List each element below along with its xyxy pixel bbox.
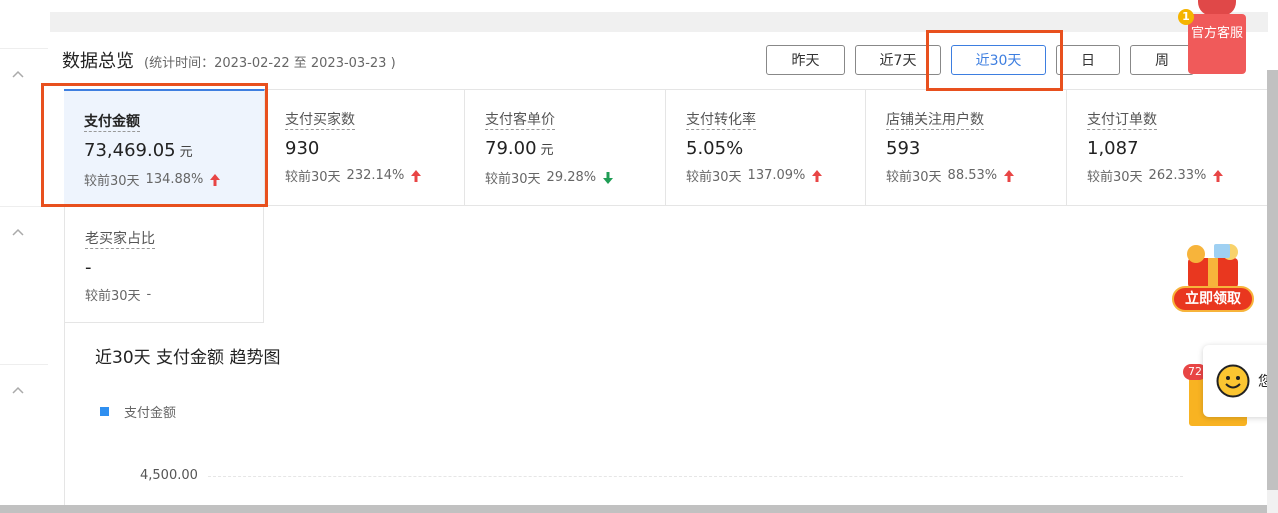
claim-button[interactable]: 立即领取 (1172, 286, 1254, 312)
range-week-button[interactable]: 周 (1130, 45, 1194, 75)
metric-compare: 较前30天 134.88% (84, 170, 264, 189)
gift-icon (1178, 242, 1248, 290)
metric-label: 支付转化率 (686, 112, 756, 130)
change-percent: 88.53% (947, 168, 998, 183)
metric-cards: 支付金额 73,469.05 元 较前30天 134.88% 支付买家数 930 较… (64, 89, 1268, 206)
metric-number: 73,469.05 (84, 140, 176, 161)
metric-unit: 元 (179, 145, 193, 160)
arrow-up-icon (1004, 169, 1015, 182)
compare-label: 较前30天 (686, 170, 742, 185)
metric-card-avg-price[interactable]: 支付客单价 79.00 元 较前30天 29.28% (465, 89, 666, 206)
smiley-icon (1216, 364, 1250, 398)
metric-number: 79.00 (485, 138, 537, 159)
metric-value: 1,087 (1087, 137, 1268, 161)
chart-legend[interactable]: 支付金额 (100, 402, 176, 421)
grid-line (208, 476, 1183, 477)
metric-card-returning-buyers[interactable]: 老买家占比 - 较前30天 - (64, 206, 264, 323)
stat-time-range: (统计时间：2023-02-22 至 2023-03-23 ) (144, 56, 396, 71)
metric-value: 930 (285, 137, 464, 161)
metric-unit: 元 (540, 143, 554, 158)
metric-card-pay-amount[interactable]: 支付金额 73,469.05 元 较前30天 134.88% (64, 89, 265, 206)
page: 数据总览 (统计时间：2023-02-22 至 2023-03-23 ) 昨天 … (0, 0, 1278, 513)
metric-compare: 较前30天 137.09% (686, 166, 865, 185)
horizontal-scrollbar[interactable] (0, 505, 1267, 513)
metric-number: 5.05% (686, 138, 744, 159)
metric-card-followers[interactable]: 店铺关注用户数 593 较前30天 88.53% (866, 89, 1067, 206)
service-badge: 1 (1178, 9, 1194, 25)
y-tick-label: 4,500.00 (140, 468, 198, 483)
vertical-scrollbar-thumb[interactable] (1267, 70, 1278, 490)
compare-label: 较前30天 (85, 289, 141, 304)
compare-label: 较前30天 (1087, 170, 1143, 185)
change-percent: 29.28% (546, 170, 597, 185)
compare-label: 较前30天 (886, 170, 942, 185)
service-label: 官方客服 (1190, 26, 1243, 41)
arrow-up-icon (812, 169, 823, 182)
metric-compare: 较前30天 88.53% (886, 166, 1066, 185)
change-percent: 134.88% (145, 172, 204, 187)
change-percent: 137.09% (747, 168, 806, 183)
metric-compare: 较前30天 29.28% (485, 168, 665, 187)
metric-number: 930 (285, 138, 320, 159)
metric-value: - (85, 257, 92, 278)
legend-label: 支付金额 (124, 406, 177, 421)
collapse-caret-icon[interactable] (11, 67, 25, 81)
metric-label: 店铺关注用户数 (886, 112, 984, 130)
arrow-down-icon (603, 171, 614, 184)
metric-card-buyers[interactable]: 支付买家数 930 较前30天 232.14% (265, 89, 465, 206)
metric-card-conversion[interactable]: 支付转化率 5.05% 较前30天 137.09% (666, 89, 866, 206)
collapse-caret-icon[interactable] (11, 383, 25, 397)
metric-label: 支付金额 (84, 114, 140, 132)
metric-value: 593 (886, 137, 1066, 161)
metric-value: 73,469.05 元 (84, 139, 264, 165)
metric-value: 5.05% (686, 137, 865, 161)
arrow-up-icon (1213, 169, 1224, 182)
arrow-up-icon (210, 173, 221, 186)
metric-compare: 较前30天 232.14% (285, 166, 464, 185)
rail-divider (0, 206, 48, 207)
metric-label: 支付订单数 (1087, 112, 1157, 130)
left-rail (0, 0, 48, 513)
metric-compare: 较前30天 - (85, 285, 263, 304)
metric-label: 支付买家数 (285, 112, 355, 130)
metric-value: 79.00 元 (485, 137, 665, 163)
range-30d-button[interactable]: 近30天 (951, 45, 1046, 75)
legend-swatch (100, 407, 109, 416)
compare-label: 较前30天 (84, 174, 140, 189)
metric-number: 593 (886, 138, 921, 159)
compare-label: 较前30天 (285, 170, 341, 185)
metric-label: 老买家占比 (85, 231, 155, 249)
metric-label: 支付客单价 (485, 112, 555, 130)
range-day-button[interactable]: 日 (1056, 45, 1120, 75)
collapse-caret-icon[interactable] (11, 225, 25, 239)
coupon-widget[interactable]: 立即领取 (1172, 240, 1254, 318)
change-percent: 262.33% (1148, 168, 1207, 183)
customer-service-button[interactable]: 官方客服 (1188, 14, 1246, 74)
overview-header: 数据总览 (统计时间：2023-02-22 至 2023-03-23 ) (62, 47, 396, 75)
metric-card-orders[interactable]: 支付订单数 1,087 较前30天 262.33% (1067, 89, 1268, 206)
change-percent: 232.14% (346, 168, 405, 183)
rail-divider (0, 364, 48, 365)
range-7d-button[interactable]: 近7天 (855, 45, 941, 75)
page-title: 数据总览 (62, 51, 134, 72)
top-band (50, 12, 1268, 32)
chart-title: 近30天 支付金额 趋势图 (95, 348, 281, 368)
scrollbar-corner (1267, 498, 1278, 513)
compare-label: 较前30天 (485, 172, 541, 187)
metric-number: 1,087 (1087, 138, 1139, 159)
arrow-up-icon (411, 169, 422, 182)
change-percent: - (146, 287, 152, 302)
metric-compare: 较前30天 262.33% (1087, 166, 1268, 185)
rail-divider (0, 48, 48, 49)
range-yesterday-button[interactable]: 昨天 (766, 45, 845, 75)
